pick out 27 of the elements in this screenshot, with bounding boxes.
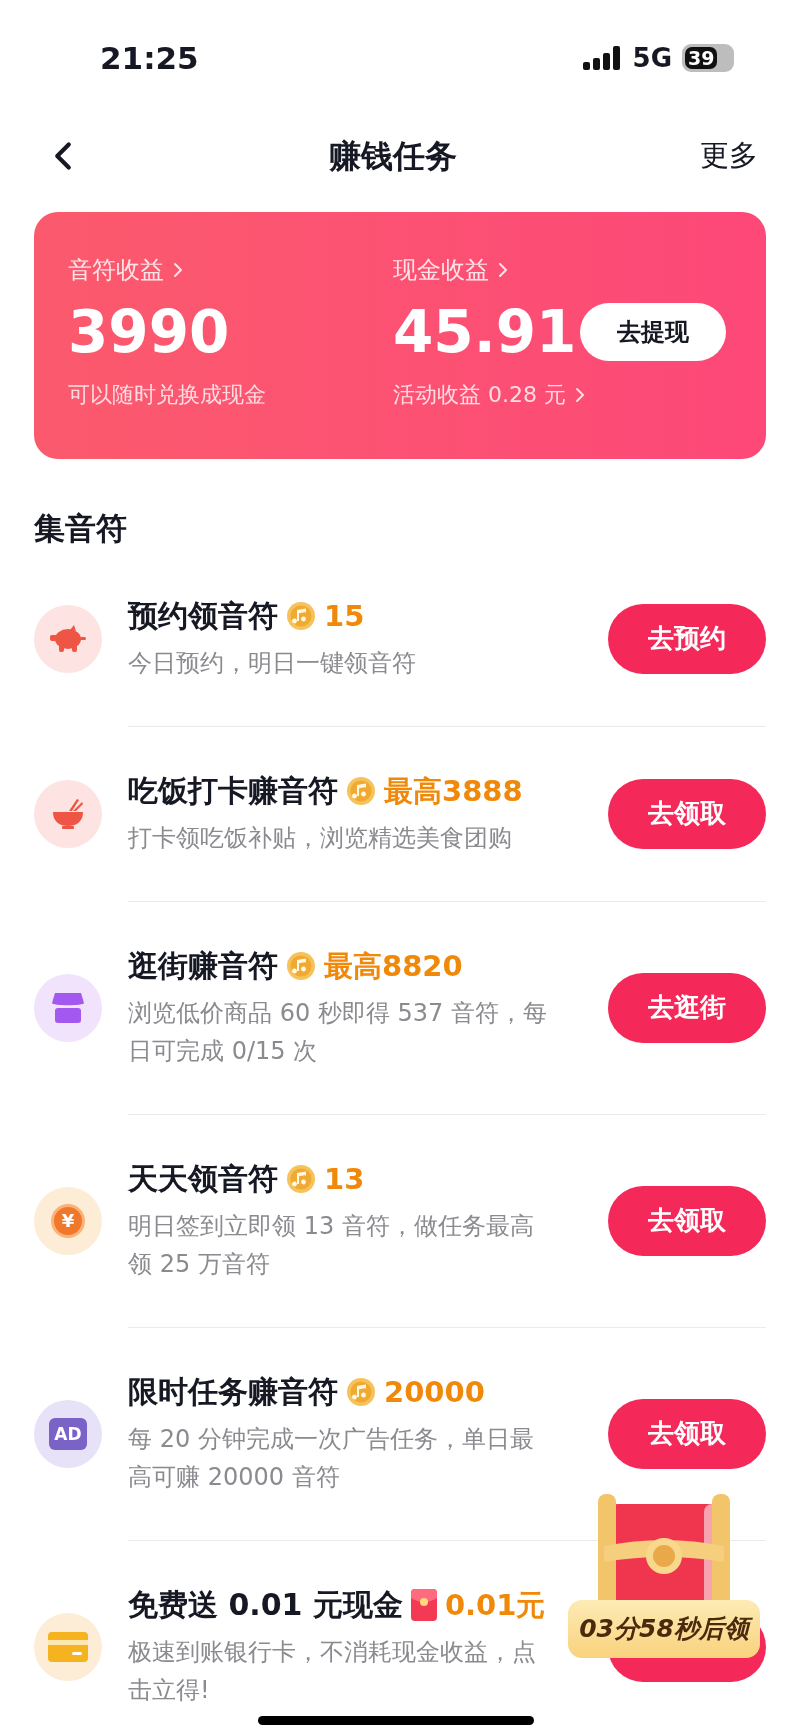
- task-reward: 0.01元: [444, 1586, 546, 1624]
- earnings-value: 45.91: [393, 297, 577, 368]
- task-description: 明日签到立即领 13 音符，做任务最高领 25 万音符: [128, 1210, 535, 1280]
- task-title: 天天领音符: [128, 1159, 278, 1198]
- battery-icon: 39: [682, 44, 734, 72]
- task-title: 吃饭打卡赚音符: [128, 771, 338, 810]
- page-title: 赚钱任务: [329, 136, 457, 177]
- task-reward: 最高8820: [324, 947, 463, 985]
- status-time: 21:25: [100, 38, 199, 78]
- task-title: 免费送 0.01 元现金: [128, 1585, 403, 1624]
- task-reward: 20000: [384, 1373, 485, 1411]
- task-description: 今日预约，明日一键领音符: [128, 647, 416, 679]
- task-title: 预约领音符: [128, 596, 278, 635]
- task-reward: 13: [324, 1160, 365, 1198]
- task-reward: 最高3888: [384, 772, 523, 810]
- task-description: 打卡领吃饭补贴，浏览精选美食团购: [128, 822, 512, 854]
- task-description: 每 20 分钟完成一次广告任务，单日最高可赚 20000 音符: [128, 1423, 535, 1493]
- task-description: 极速到账银行卡，不消耗现金收益，点击立得!: [128, 1636, 537, 1706]
- yuan-icon: ¥: [51, 1204, 85, 1238]
- task-title: 逛街赚音符: [128, 946, 278, 985]
- task-description: 浏览低价商品 60 秒即得 537 音符，每日可完成 0/15 次: [128, 997, 548, 1067]
- ad-icon: AD: [49, 1418, 87, 1450]
- task-reward: 15: [324, 597, 365, 635]
- task-title: 限时任务赚音符: [128, 1372, 338, 1411]
- earnings-value: 3990: [68, 297, 230, 368]
- section-title: 集音符: [33, 509, 128, 548]
- network-label: 5G: [632, 41, 672, 75]
